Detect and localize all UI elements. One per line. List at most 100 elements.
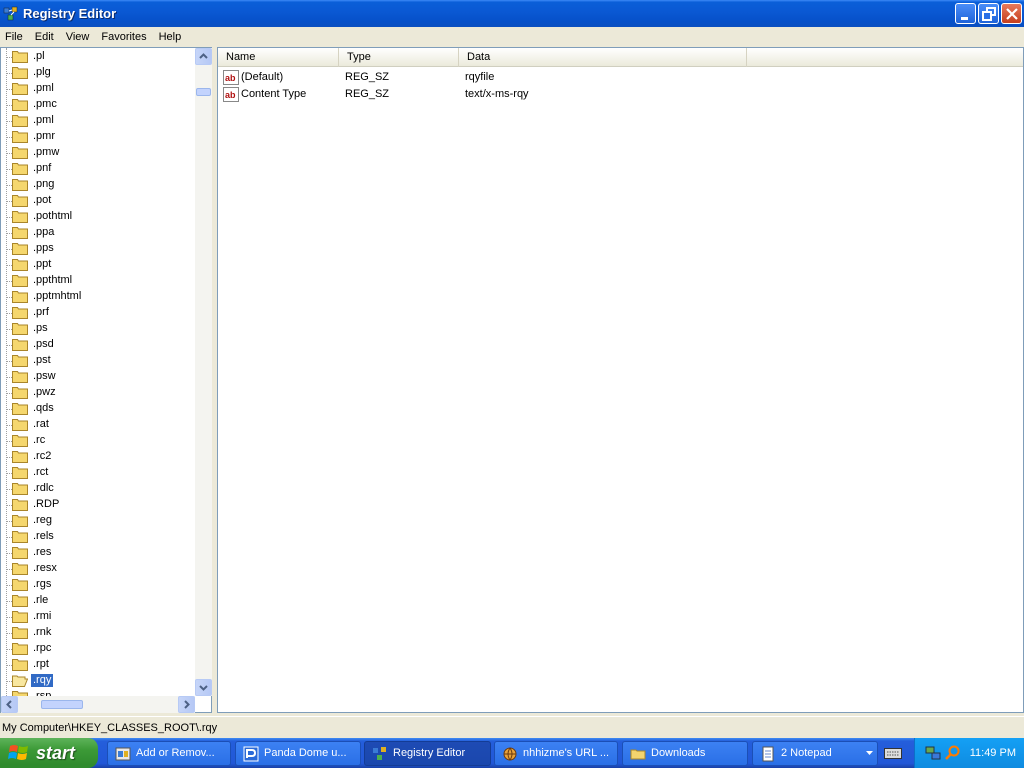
tree-item[interactable]: .rdlc <box>1 481 195 497</box>
tree-item[interactable]: .ppthtml <box>1 273 195 289</box>
scroll-left-button[interactable] <box>1 696 18 713</box>
tree-item-label: .psw <box>33 370 56 382</box>
tree-item[interactable]: .reg <box>1 513 195 529</box>
tree-item[interactable]: .resx <box>1 561 195 577</box>
tree-item[interactable]: .rpt <box>1 657 195 673</box>
tree-item[interactable]: .pptmhtml <box>1 289 195 305</box>
menu-edit[interactable]: Edit <box>29 31 60 43</box>
menu-view[interactable]: View <box>60 31 96 43</box>
folder-icon <box>12 195 28 207</box>
tree-item[interactable]: .RDP <box>1 497 195 513</box>
tree-vertical-scrollbar[interactable] <box>195 48 212 696</box>
chevron-down-icon <box>866 751 873 755</box>
tree-item-label: .rdlc <box>33 482 54 494</box>
taskbar-button-panda[interactable]: Panda Dome u... <box>235 741 361 766</box>
search-icon[interactable] <box>945 745 961 761</box>
tree-item[interactable]: .rnk <box>1 625 195 641</box>
tree-item[interactable]: .png <box>1 177 195 193</box>
chevron-down-icon <box>199 685 208 691</box>
tree-item[interactable]: .pml <box>1 113 195 129</box>
registry-tree[interactable]: .pl .plg .pml .pmc .pml .pmr .pmw .pnf .png .pot.… <box>1 48 195 696</box>
list-row[interactable]: ab (Default) REG_SZ rqyfile <box>218 69 1023 86</box>
tree-item[interactable]: .pmr <box>1 129 195 145</box>
tree-item[interactable]: .rct <box>1 465 195 481</box>
column-header-type[interactable]: Type <box>339 48 459 67</box>
tree-item[interactable]: .rels <box>1 529 195 545</box>
tree-horizontal-scrollbar[interactable] <box>1 696 195 713</box>
tree-item[interactable]: .rqy <box>1 673 195 689</box>
tree-item[interactable]: .rc <box>1 433 195 449</box>
panda-icon <box>243 746 259 762</box>
task-label: Panda Dome u... <box>264 747 347 759</box>
restore-button[interactable] <box>978 3 999 24</box>
values-list-pane[interactable]: Name Type Data ab (Default) REG_SZ rqyfi… <box>217 47 1024 713</box>
folder-icon <box>12 179 28 191</box>
tree-item[interactable]: .pmc <box>1 97 195 113</box>
minimize-button[interactable] <box>955 3 976 24</box>
folder-icon <box>12 211 28 223</box>
notepad-icon <box>762 746 774 762</box>
tree-item[interactable]: .pml <box>1 81 195 97</box>
taskbar-button-add-remove[interactable]: Add or Remov... <box>107 741 231 766</box>
column-header-name[interactable]: Name <box>218 48 339 67</box>
taskbar-button-browser[interactable]: nhhizme's URL ... <box>494 741 618 766</box>
tree-item[interactable]: .psw <box>1 369 195 385</box>
tree-item-label: .prf <box>33 306 49 318</box>
menu-favorites[interactable]: Favorites <box>95 31 152 43</box>
status-path: My Computer\HKEY_CLASSES_ROOT\.rqy <box>2 722 218 734</box>
registry-tree-pane[interactable]: .pl .plg .pml .pmc .pml .pmr .pmw .pnf .png .pot.… <box>0 47 212 713</box>
scroll-right-button[interactable] <box>178 696 195 713</box>
list-row[interactable]: ab Content Type REG_SZ text/x-ms-rqy <box>218 86 1023 103</box>
tree-item[interactable]: .res <box>1 545 195 561</box>
tree-item[interactable]: .prf <box>1 305 195 321</box>
column-header-data[interactable]: Data <box>459 48 747 67</box>
tree-hscroll-thumb[interactable] <box>41 700 83 709</box>
scroll-down-button[interactable] <box>195 679 212 696</box>
taskbar-button-downloads[interactable]: Downloads <box>622 741 748 766</box>
minimize-icon <box>961 17 968 20</box>
tree-item-label: .psd <box>33 338 54 350</box>
folder-icon <box>12 115 28 127</box>
tree-item-label: .pml <box>33 82 54 94</box>
tree-scroll-thumb[interactable] <box>196 88 211 96</box>
tree-item[interactable]: .pl <box>1 49 195 65</box>
tree-item[interactable]: .psd <box>1 337 195 353</box>
tree-item[interactable]: .plg <box>1 65 195 81</box>
tree-item[interactable]: .pothtml <box>1 209 195 225</box>
tree-item[interactable]: .pwz <box>1 385 195 401</box>
taskbar-group-notepad[interactable]: 2 Notepad <box>752 741 878 766</box>
tree-item[interactable]: .ppa <box>1 225 195 241</box>
windows-logo-icon <box>8 745 28 760</box>
taskbar: start Add or Remov... Panda Dome u... Re… <box>0 738 1024 768</box>
title-bar[interactable]: Registry Editor <box>0 0 1024 27</box>
network-icon[interactable] <box>925 745 941 761</box>
tree-item[interactable]: .ppt <box>1 257 195 273</box>
tree-item-label: .rqy <box>31 674 54 687</box>
tree-item[interactable]: .pmw <box>1 145 195 161</box>
tree-item[interactable]: .rpc <box>1 641 195 657</box>
keyboard-icon[interactable] <box>884 746 902 760</box>
scroll-up-button[interactable] <box>195 48 212 65</box>
tree-item-label: .ppt <box>33 258 52 270</box>
tree-item[interactable]: .rat <box>1 417 195 433</box>
tree-item[interactable]: .rc2 <box>1 449 195 465</box>
menu-file[interactable]: File <box>0 31 29 43</box>
clock[interactable]: 11:49 PM <box>970 738 1016 768</box>
desktop-screen: Registry Editor File Edit View Favorites… <box>0 0 1024 768</box>
start-button[interactable]: start <box>0 738 98 768</box>
taskbar-button-registry-editor[interactable]: Registry Editor <box>364 741 491 766</box>
folder-icon <box>12 67 28 79</box>
tree-item[interactable]: .pps <box>1 241 195 257</box>
menu-help[interactable]: Help <box>153 31 188 43</box>
tree-item[interactable]: .pot <box>1 193 195 209</box>
tree-item[interactable]: .pnf <box>1 161 195 177</box>
tree-item[interactable]: .qds <box>1 401 195 417</box>
tree-item[interactable]: .rsp <box>1 689 195 696</box>
tree-item[interactable]: .pst <box>1 353 195 369</box>
close-button[interactable] <box>1001 3 1022 24</box>
tree-item[interactable]: .rle <box>1 593 195 609</box>
tree-item[interactable]: .rmi <box>1 609 195 625</box>
tree-item[interactable]: .ps <box>1 321 195 337</box>
value-name: (Default) <box>241 71 284 83</box>
tree-item[interactable]: .rgs <box>1 577 195 593</box>
